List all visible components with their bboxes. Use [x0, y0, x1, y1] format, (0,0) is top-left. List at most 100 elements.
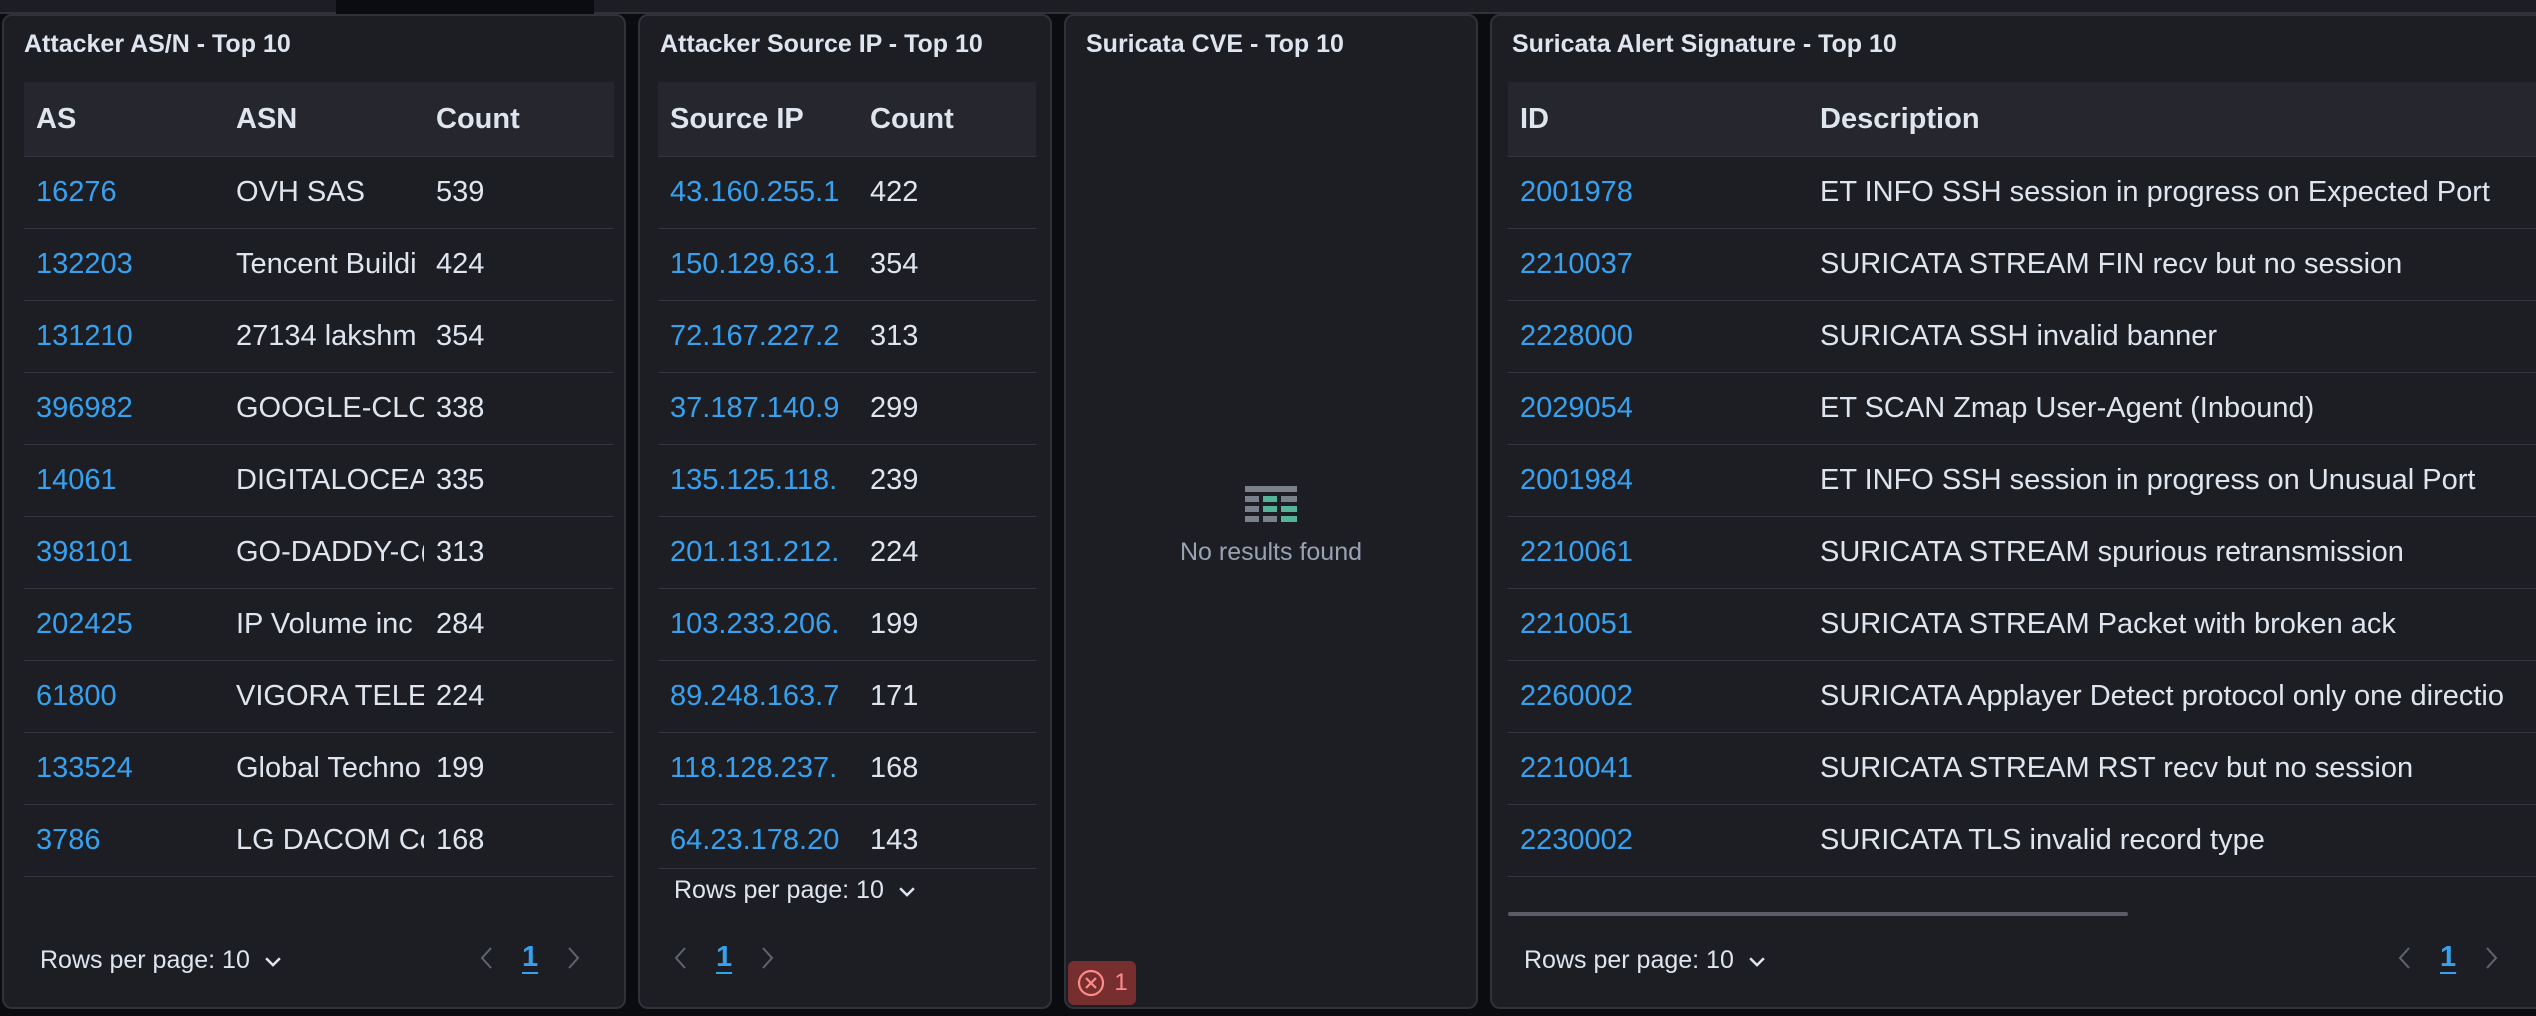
- top-strip-right: [594, 0, 2536, 14]
- count-value: 224: [870, 536, 919, 568]
- signature-description: SURICATA Applayer Detect protocol only o…: [1820, 680, 2504, 712]
- rows-per-page-button[interactable]: Rows per page: 10: [674, 876, 918, 905]
- count-value: 239: [870, 464, 919, 496]
- asn-name: GO-DADDY-C(: [236, 536, 424, 568]
- signature-id-link[interactable]: 2228000: [1508, 320, 1808, 353]
- chevron-down-icon: [265, 956, 281, 967]
- as-number-link[interactable]: 3786: [24, 824, 224, 857]
- column-header-asn[interactable]: ASN: [224, 103, 424, 136]
- table-row: 2230002 SURICATA TLS invalid record type: [1508, 805, 2536, 877]
- signature-id-link[interactable]: 2230002: [1508, 824, 1808, 857]
- error-badge[interactable]: 1: [1068, 961, 1136, 1005]
- column-header-as[interactable]: AS: [24, 103, 224, 136]
- table-icon: [1245, 486, 1297, 522]
- rows-per-page-button[interactable]: Rows per page: 10: [1524, 946, 1768, 975]
- chevron-left-icon: [674, 946, 686, 969]
- signature-description: SURICATA STREAM spurious retransmission: [1820, 536, 2404, 568]
- rows-per-page-button[interactable]: Rows per page: 10: [40, 946, 284, 975]
- source-ip-link[interactable]: 118.128.237.: [658, 752, 858, 785]
- table-row: 202425 IP Volume inc 284: [24, 589, 614, 661]
- asn-name: Global Techno: [236, 752, 421, 784]
- source-ip-table: Source IP Count 43.160.255.1 422 150.129.6…: [658, 82, 1036, 870]
- count-value: 354: [436, 320, 485, 352]
- table-row: 37.187.140.9 299: [658, 373, 1036, 445]
- next-page-button[interactable]: [560, 943, 586, 973]
- signature-description: ET SCAN Zmap User-Agent (Inbound): [1820, 392, 2315, 424]
- signature-id-link[interactable]: 2001984: [1508, 464, 1808, 497]
- as-number-link[interactable]: 398101: [24, 536, 224, 569]
- table-row: 2260002 SURICATA Applayer Detect protocol…: [1508, 661, 2536, 733]
- count-value: 168: [870, 752, 919, 784]
- signature-id-link[interactable]: 2210051: [1508, 608, 1808, 641]
- signature-id-link[interactable]: 2210037: [1508, 248, 1808, 281]
- count-value: 539: [436, 176, 485, 208]
- chevron-down-icon: [899, 886, 915, 897]
- as-number-link[interactable]: 133524: [24, 752, 224, 785]
- as-number-link[interactable]: 14061: [24, 464, 224, 497]
- source-ip-link[interactable]: 135.125.118.: [658, 464, 858, 497]
- prev-page-button[interactable]: [474, 943, 500, 973]
- table-row: 2001984 ET INFO SSH session in progress o…: [1508, 445, 2536, 517]
- table-row: 61800 VIGORA TELE(224: [24, 661, 614, 733]
- count-value: 171: [870, 680, 919, 712]
- chevron-down-icon: [1749, 956, 1765, 967]
- next-page-button[interactable]: [754, 943, 780, 973]
- as-number-link[interactable]: 132203: [24, 248, 224, 281]
- source-ip-link[interactable]: 89.248.163.7: [658, 680, 858, 713]
- asn-name: IP Volume inc: [236, 608, 413, 640]
- page-number-button[interactable]: 1: [522, 941, 538, 974]
- panel-suricata-cve: Suricata CVE - Top 10 No results found 1: [1064, 14, 1478, 1009]
- table-row: 132203 Tencent Buildi 424: [24, 229, 614, 301]
- as-number-link[interactable]: 202425: [24, 608, 224, 641]
- asn-table: AS ASN Count 16276 OVH SAS 539 132203 Tencen…: [24, 82, 614, 877]
- column-header-source-ip[interactable]: Source IP: [658, 103, 858, 136]
- source-ip-link[interactable]: 150.129.63.1: [658, 248, 858, 281]
- table-row: 103.233.206. 199: [658, 589, 1036, 661]
- count-value: 313: [870, 320, 919, 352]
- as-number-link[interactable]: 61800: [24, 680, 224, 713]
- signature-description: SURICATA TLS invalid record type: [1820, 824, 2265, 856]
- table-row: 16276 OVH SAS 539: [24, 157, 614, 229]
- source-ip-link[interactable]: 64.23.178.20: [658, 824, 858, 857]
- table-row: 2210041 SURICATA STREAM RST recv but no s…: [1508, 733, 2536, 805]
- prev-page-button[interactable]: [668, 943, 694, 973]
- pagination: 1: [668, 941, 780, 974]
- column-header-count[interactable]: Count: [858, 103, 1036, 136]
- as-number-link[interactable]: 131210: [24, 320, 224, 353]
- source-ip-link[interactable]: 43.160.255.1: [658, 176, 858, 209]
- signature-description: SURICATA STREAM FIN recv but no session: [1820, 248, 2403, 280]
- source-ip-link[interactable]: 37.187.140.9: [658, 392, 858, 425]
- asn-name: DIGITALOCEAI: [236, 464, 424, 496]
- count-value: 422: [870, 176, 919, 208]
- source-ip-link[interactable]: 72.167.227.2: [658, 320, 858, 353]
- source-ip-link[interactable]: 201.131.212.: [658, 536, 858, 569]
- signature-id-link[interactable]: 2210061: [1508, 536, 1808, 569]
- column-header-count[interactable]: Count: [424, 103, 614, 136]
- chevron-right-icon: [2486, 946, 2498, 969]
- table-row: 118.128.237. 168: [658, 733, 1036, 805]
- column-header-id[interactable]: ID: [1508, 103, 1808, 136]
- count-value: 335: [436, 464, 485, 496]
- prev-page-button[interactable]: [2392, 943, 2418, 973]
- horizontal-scrollbar[interactable]: [1508, 912, 2128, 916]
- panel-suricata-alert-signature: Suricata Alert Signature - Top 10 ID Des…: [1490, 14, 2536, 1009]
- signature-id-link[interactable]: 2260002: [1508, 680, 1808, 713]
- table-body: 43.160.255.1 422 150.129.63.1 354 72.167.227…: [658, 157, 1036, 870]
- page-number-button[interactable]: 1: [2440, 941, 2456, 974]
- signature-id-link[interactable]: 2029054: [1508, 392, 1808, 425]
- next-page-button[interactable]: [2478, 943, 2504, 973]
- table-row: 2210051 SURICATA STREAM Packet with broke…: [1508, 589, 2536, 661]
- table-row: 3786 LG DACOM Cc 168: [24, 805, 614, 877]
- signature-id-link[interactable]: 2210041: [1508, 752, 1808, 785]
- rows-per-page-label: Rows per page: 10: [40, 946, 250, 974]
- page-number-button[interactable]: 1: [716, 941, 732, 974]
- signature-id-link[interactable]: 2001978: [1508, 176, 1808, 209]
- table-header: AS ASN Count: [24, 82, 614, 157]
- as-number-link[interactable]: 16276: [24, 176, 224, 209]
- column-header-description[interactable]: Description: [1808, 103, 2536, 136]
- asn-name: Tencent Buildi: [236, 248, 417, 280]
- count-value: 284: [436, 608, 485, 640]
- source-ip-link[interactable]: 103.233.206.: [658, 608, 858, 641]
- count-value: 224: [436, 680, 485, 712]
- as-number-link[interactable]: 396982: [24, 392, 224, 425]
